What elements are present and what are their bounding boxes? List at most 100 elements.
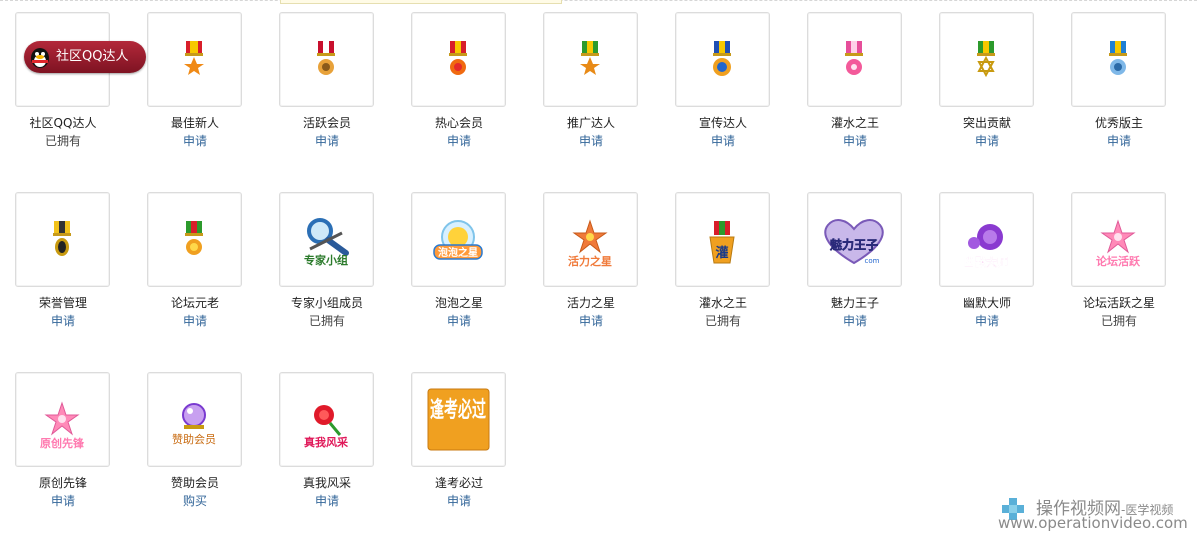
apply-link[interactable]: 申请	[528, 312, 654, 329]
medal-image-box[interactable]	[279, 12, 374, 107]
original-pioneer-flower-icon: 原创先锋	[40, 401, 85, 450]
medal-green-star-icon	[580, 41, 600, 75]
forum-active-star-flower-icon: 论坛活跃	[1096, 219, 1141, 268]
sponsor-crystal-icon: 赞助会员	[172, 403, 216, 446]
charm-prince-heart-icon: 魅力王子 com	[824, 219, 884, 265]
medal-image-box[interactable]	[543, 12, 638, 107]
medal-image-box[interactable]: 泡泡之星	[411, 192, 506, 287]
medal-name: 荣誉管理	[38, 296, 87, 310]
medal-image-box[interactable]: 赞助会员	[147, 372, 242, 467]
humor-master-rose-icon: 幽默大师	[964, 224, 1008, 269]
medal-card: 逢考必过 逢考必过 申请	[396, 372, 528, 508]
medal-name: 灌水之王	[830, 116, 879, 130]
medal-card: 荣誉管理 申请	[0, 192, 132, 328]
medal-pink-flower-icon	[845, 41, 863, 75]
medal-image-box[interactable]	[147, 12, 242, 107]
qq-pill-icon: 社区QQ达人	[24, 41, 146, 73]
medal-name: 逢考必过	[434, 476, 483, 490]
badge-text: 原创先锋	[40, 436, 85, 450]
qq-pill-label: 社区QQ达人	[56, 49, 129, 64]
medal-name: 最佳新人	[170, 116, 219, 130]
medal-status: 已拥有	[1100, 314, 1137, 328]
medal-image-box[interactable]: 专家小组	[279, 192, 374, 287]
badge-text: 魅力王子	[830, 237, 878, 252]
medal-card: 灌 灌水之王 已拥有	[660, 192, 792, 328]
medal-image-box[interactable]	[807, 12, 902, 107]
medal-image-box[interactable]: 论坛活跃	[1071, 192, 1166, 287]
apply-link[interactable]: 申请	[660, 132, 786, 149]
medal-card: 热心会员 申请	[396, 12, 528, 148]
medal-card: 活力之星 活力之星 申请	[528, 192, 660, 328]
medal-name: 社区QQ达人	[29, 116, 97, 130]
badge-text: 幽默大师	[964, 255, 1008, 269]
medal-card: 突出贡献 申请	[924, 12, 1056, 148]
medal-card: 赞助会员 赞助会员 购买	[132, 372, 264, 508]
medal-name: 活力之星	[566, 296, 615, 310]
medal-image-box[interactable]: 幽默大师	[939, 192, 1034, 287]
medal-name: 灌水之王	[698, 296, 747, 310]
badge-text: 论坛活跃	[1096, 254, 1141, 268]
medal-card: 论坛元老 申请	[132, 192, 264, 328]
medal-status: 已拥有	[704, 314, 741, 328]
apply-link[interactable]: 申请	[396, 132, 522, 149]
medal-gold-black-icon	[53, 221, 71, 256]
medal-image-box[interactable]: 逢考必过	[411, 372, 506, 467]
medal-image-box[interactable]	[15, 192, 110, 287]
medal-image-box[interactable]	[411, 12, 506, 107]
badge-text: 真我风采	[304, 435, 349, 449]
apply-link[interactable]: 申请	[132, 312, 258, 329]
badge-subtext: com	[865, 257, 880, 265]
medal-name: 宣传达人	[698, 116, 747, 130]
medal-blue-gem-icon	[1109, 41, 1127, 75]
magnifier-expert-icon: 专家小组	[304, 218, 349, 267]
medal-name: 专家小组成员	[290, 296, 363, 310]
medal-image-box[interactable]: 真我风采	[279, 372, 374, 467]
medal-card: 专家小组 专家小组成员 已拥有	[264, 192, 396, 328]
medal-blue-sun-icon	[713, 41, 731, 76]
medal-name: 活跃会员	[302, 116, 351, 130]
medal-image-box[interactable]	[939, 12, 1034, 107]
apply-link[interactable]: 申请	[792, 312, 918, 329]
medal-card: 宣传达人 申请	[660, 12, 792, 148]
medal-image-box[interactable]: 活力之星	[543, 192, 638, 287]
medal-image-box[interactable]	[147, 192, 242, 287]
medal-image-box[interactable]: 魅力王子 com	[807, 192, 902, 287]
medal-name: 优秀版主	[1094, 116, 1143, 130]
apply-link[interactable]: 申请	[264, 132, 390, 149]
badge-text: 逢考必过	[430, 397, 486, 423]
apply-link[interactable]: 申请	[132, 132, 258, 149]
medal-card: 幽默大师 幽默大师 申请	[924, 192, 1056, 328]
medal-status: 已拥有	[308, 314, 345, 328]
apply-link[interactable]: 申请	[264, 492, 390, 509]
medal-gold-green-icon	[185, 221, 203, 255]
medal-name: 突出贡献	[962, 116, 1011, 130]
apply-link[interactable]: 申请	[924, 132, 1050, 149]
medal-orange-star-icon	[184, 41, 204, 75]
badge-text: 灌	[715, 245, 728, 261]
apply-link[interactable]: 申请	[0, 312, 126, 329]
badge-text: 赞助会员	[172, 432, 216, 446]
apply-link[interactable]: 申请	[528, 132, 654, 149]
medal-image-box[interactable]	[1071, 12, 1166, 107]
apply-link[interactable]: 申请	[0, 492, 126, 509]
medal-card: 论坛活跃 论坛活跃之星 已拥有	[1056, 192, 1188, 328]
medal-green-hexagram-icon	[977, 41, 995, 78]
medal-name: 论坛活跃之星	[1082, 296, 1155, 310]
medal-card: 泡泡之星 泡泡之星 申请	[396, 192, 528, 328]
medal-name: 原创先锋	[38, 476, 87, 490]
apply-link[interactable]: 申请	[396, 492, 522, 509]
apply-link[interactable]: 申请	[396, 312, 522, 329]
buy-link[interactable]: 购买	[132, 492, 258, 509]
apply-link[interactable]: 申请	[792, 132, 918, 149]
medal-image-box[interactable]	[675, 12, 770, 107]
exam-pass-tile-icon: 逢考必过	[427, 388, 490, 451]
true-self-rose-icon: 真我风采	[304, 405, 349, 449]
medal-status: 已拥有	[44, 134, 81, 148]
medal-red-flower-icon	[317, 41, 335, 75]
apply-link[interactable]: 申请	[924, 312, 1050, 329]
medal-name: 论坛元老	[170, 296, 219, 310]
medal-image-box[interactable]: 原创先锋	[15, 372, 110, 467]
apply-link[interactable]: 申请	[1056, 132, 1182, 149]
top-dashed-border	[0, 0, 1197, 1]
medal-image-box[interactable]: 灌	[675, 192, 770, 287]
